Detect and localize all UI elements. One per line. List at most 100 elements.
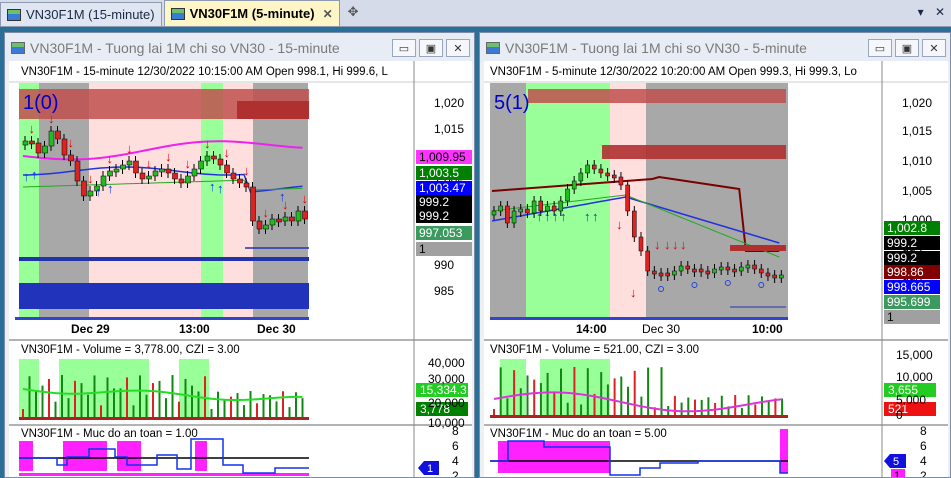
candle-body [525,208,530,214]
safety-block [195,441,207,471]
svg-text:1,002.8: 1,002.8 [887,221,927,235]
tab-label: VN30F1M (15-minute) [26,7,155,22]
candle-body [29,140,35,145]
price-tag: 999.2 [884,251,940,265]
volume-axis-tick: 0 [896,408,903,422]
volume-axis-tick: 15,000 [896,348,933,362]
bar-counter: 5(1) [494,92,530,114]
candle-body [598,168,604,174]
candle-body [665,272,670,277]
tab-15-minute[interactable]: VN30F1M (15-minute) [0,2,162,26]
svg-text:998.665: 998.665 [887,280,931,294]
time-axis-label: Dec 30 [257,322,296,336]
safety-label: VN30F1M - Muc do an toan = 5.00 [490,428,667,440]
buy-arrow-icon: ↑ [209,179,216,194]
sell-arrow-icon: ↓ [48,111,55,126]
sell-arrow-icon: ↓ [185,156,192,171]
tab-label: VN30F1M (5-minute) [189,6,315,21]
minimize-button[interactable]: ▭ [868,39,892,57]
time-axis-label: 10:00 [752,322,783,336]
candle-body [237,178,243,184]
price-tag: 1,002.8 [884,221,940,235]
restore-button[interactable]: ▣ [895,39,919,57]
time-axis-label: 14:00 [576,322,607,336]
safety-block [117,441,141,471]
chart-area-right[interactable]: VN30F1M - 5-minute 12/30/2022 10:20:00 A… [484,61,948,477]
price-tag: 1,003.5 [416,166,472,180]
candle-body [107,170,113,177]
candle-body [571,180,577,190]
candle-body [204,155,211,162]
candle-body [224,164,230,174]
safety-axis-tick: 8 [920,424,927,438]
svg-text:998.86: 998.86 [887,265,924,279]
candle-body [738,266,744,272]
candle-body [269,218,276,226]
time-axis-strip [15,317,309,320]
candle-body [120,164,126,170]
session-bands [19,83,309,317]
close-button[interactable]: ✕ [446,39,470,57]
sell-arrow-icon: ↓ [87,171,94,186]
svg-text:999.2: 999.2 [887,236,917,250]
candle-body [68,154,74,162]
chart-info-text: VN30F1M - 15-minute 12/30/2022 10:15:00 … [21,66,389,78]
chart-canvas-left[interactable]: VN30F1M - 15-minute 12/30/2022 10:15:00 … [9,61,472,477]
safety-axis-tick: 4 [452,454,459,468]
candle-body [159,168,165,173]
candle-body [765,272,771,277]
candle-body [256,220,263,230]
close-icon[interactable]: ✕ [323,7,333,21]
price-tag: 999.2 [416,195,472,209]
chart-canvas-right[interactable]: VN30F1M - 5-minute 12/30/2022 10:20:00 A… [484,61,948,477]
window-title-bar: VN30F1M - Tuong lai 1M chi so VN30 - 5-m… [480,33,950,63]
close-all-icon[interactable]: ✕ [935,5,945,19]
chart-area-left[interactable]: VN30F1M - 15-minute 12/30/2022 10:15:00 … [9,61,472,477]
price-tag: 1 [884,310,940,324]
candle-body [250,186,256,222]
svg-text:1: 1 [887,310,894,324]
sell-arrow-icon: ↓ [302,191,309,206]
volume-label: VN30F1M - Volume = 3,778.00, CZI = 3.00 [21,344,240,356]
svg-text:1,003.5: 1,003.5 [419,166,459,180]
safety-block [63,441,107,471]
safety-tag: 1 [894,470,900,477]
candle-body [692,268,697,273]
volume-axis-tick: 10,000 [428,416,465,430]
candle-body [146,175,152,180]
volume-axis-tick: 20,000 [428,396,465,410]
pin-icon[interactable]: ✥ [348,4,359,20]
candle-body [779,274,784,279]
minimize-button[interactable]: ▭ [392,39,416,57]
candle-body [211,155,217,160]
candle-body [745,264,751,269]
candle-body [565,188,570,202]
candle-body [585,164,590,174]
price-tag: 999.2 [416,209,472,223]
svg-text:1,009.95: 1,009.95 [419,150,466,164]
safety-tag: 5 [893,456,899,468]
time-axis-label: 13:00 [179,322,210,336]
sell-arrow-icon: ↓ [68,135,75,150]
sell-arrow-icon: ↓ [204,136,211,151]
restore-button[interactable]: ▣ [419,39,443,57]
close-button[interactable]: ✕ [922,39,946,57]
safety-label: VN30F1M - Muc do an toan = 1.00 [21,428,198,440]
sell-arrow-icon: ↓ [616,217,623,232]
candle-body [74,160,81,182]
price-axis-tick: 1,015 [902,124,932,138]
candle-body [126,160,133,166]
sell-arrow-icon: ↓ [664,237,671,252]
candle-body [295,210,302,222]
tab-5-minute[interactable]: VN30F1M (5-minute) ✕ [163,0,340,26]
buy-arrow-icon: ↑ [560,209,567,224]
sell-arrow-icon: ↓ [672,237,679,252]
sell-arrow-icon: ↓ [126,141,133,156]
candle-body [652,270,657,275]
candle-body [230,172,237,180]
chevron-down-icon[interactable]: ▾ [918,5,924,19]
candle-body [498,205,503,212]
candle-body [100,175,107,187]
sell-arrow-icon: ↓ [680,237,687,252]
time-axis-label: Dec 30 [642,322,680,336]
